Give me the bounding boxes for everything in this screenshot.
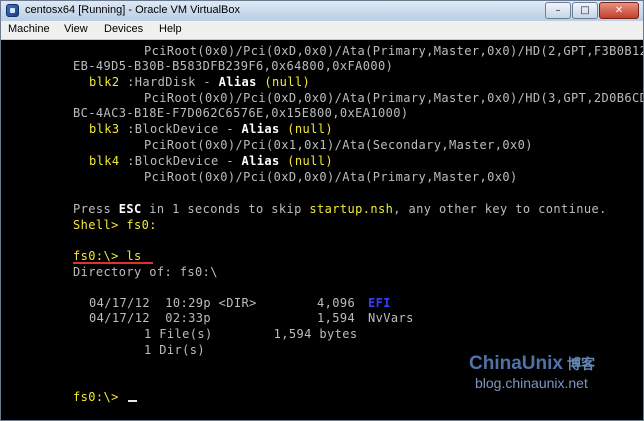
- file-attr: <DIR>: [218, 296, 257, 310]
- final-prompt-line: fs0:\>: [73, 390, 138, 405]
- directory-header: Directory of: fs0:\: [73, 265, 218, 280]
- terminal-line: BC-4AC3-B18E-F7D062C6576E,0x15E800,0xEA1…: [73, 106, 408, 121]
- title-bar[interactable]: centosx64 [Running] - Oracle VM VirtualB…: [1, 1, 643, 22]
- file-summary-text: 1 File(s) 1,594 bytes: [144, 327, 358, 341]
- block-device-type: :HardDisk -: [119, 75, 219, 89]
- device-path-text: PciRoot(0x0)/Pci(0xD,0x0)/Ata(Primary,Ma…: [144, 91, 644, 105]
- terminal-line: PciRoot(0x0)/Pci(0xD,0x0)/Ata(Primary,Ma…: [144, 44, 644, 59]
- file-summary: 1 File(s) 1,594 bytes: [144, 327, 358, 342]
- terminal-line: EB-49D5-B30B-B583DFB239F6,0x64800,0xFA00…: [73, 59, 393, 74]
- esc-key-label: ESC: [118, 202, 142, 216]
- virtualbox-app-icon: [6, 4, 19, 17]
- startup-message: Press ESC in 1 seconds to skip startup.n…: [73, 202, 607, 217]
- watermark-brand: ChinaUnix 博客: [469, 353, 595, 375]
- file-time: 10:29p: [165, 296, 211, 310]
- file-size-cell: 4,096: [317, 296, 355, 311]
- menu-view[interactable]: View: [64, 23, 88, 35]
- block-device-type: :BlockDevice -: [119, 122, 242, 136]
- file-size: 1,594: [317, 311, 356, 325]
- menu-devices[interactable]: Devices: [104, 23, 143, 35]
- file-date: 04/17/12: [89, 311, 150, 325]
- alias-label: Alias: [241, 122, 280, 136]
- terminal-line: PciRoot(0x0)/Pci(0xD,0x0)/Ata(Primary,Ma…: [144, 170, 518, 185]
- startup-message-text: in 1 seconds to skip: [141, 202, 310, 216]
- startup-script-name: startup.nsh: [309, 202, 394, 216]
- terminal-line: PciRoot(0x0)/Pci(0x1,0x1)/Ata(Secondary,…: [144, 138, 533, 153]
- block-device-type: :BlockDevice -: [119, 154, 242, 168]
- file-name-dir: EFI: [368, 296, 391, 310]
- device-path-text: PciRoot(0x0)/Pci(0xD,0x0)/Ata(Primary,Ma…: [144, 44, 644, 58]
- startup-message-text: , any other key to continue.: [393, 202, 607, 216]
- device-path-text: BC-4AC3-B18E-F7D062C6576E,0x15E800,0xEA1…: [73, 106, 409, 120]
- close-button[interactable]: ✕: [599, 2, 639, 19]
- virtualbox-window: centosx64 [Running] - Oracle VM VirtualB…: [0, 0, 644, 421]
- watermark-brand-cn: 博客: [566, 356, 595, 372]
- dir-summary: 1 Dir(s): [144, 343, 205, 358]
- file-listing-row: 04/17/12 02:33p: [89, 311, 211, 326]
- file-name-cell: NvVars: [368, 311, 414, 326]
- file-name: NvVars: [368, 311, 414, 325]
- directory-path: fs0:\: [179, 265, 218, 279]
- red-underline-annotation: [73, 262, 153, 264]
- block-device-name: blk2: [89, 75, 120, 89]
- device-path-text: PciRoot(0x0)/Pci(0xD,0x0)/Ata(Primary,Ma…: [144, 170, 518, 184]
- menu-help[interactable]: Help: [159, 23, 182, 35]
- file-time: 02:33p: [165, 311, 211, 325]
- file-name-cell: EFI: [368, 296, 391, 311]
- terminal-line: blk4 :BlockDevice - Alias (null): [89, 154, 333, 169]
- block-device-name: blk3: [89, 122, 120, 136]
- window-controls: – □ ✕: [544, 2, 639, 19]
- alias-label: Alias: [241, 154, 280, 168]
- startup-message-text: Press: [73, 202, 119, 216]
- fs0-prompt: fs0:\>: [73, 249, 127, 263]
- shell-prompt: Shell>: [73, 218, 127, 232]
- device-path-text: PciRoot(0x0)/Pci(0x1,0x1)/Ata(Secondary,…: [144, 138, 533, 152]
- shell-command: fs0:: [126, 218, 157, 232]
- alias-value: (null): [287, 154, 333, 168]
- device-path-text: EB-49D5-B30B-B583DFB239F6,0x64800,0xFA00…: [73, 59, 394, 73]
- menu-bar: Machine View Devices Help: [1, 21, 643, 40]
- file-size: 4,096: [317, 296, 356, 310]
- terminal-line: blk3 :BlockDevice - Alias (null): [89, 122, 333, 137]
- text-cursor: [128, 400, 138, 402]
- file-listing-row: 04/17/12 10:29p <DIR>: [89, 296, 257, 311]
- shell-prompt-line: Shell> fs0:: [73, 218, 157, 233]
- block-device-name: blk4: [89, 154, 120, 168]
- fs0-prompt: fs0:\>: [73, 390, 127, 404]
- terminal-line: PciRoot(0x0)/Pci(0xD,0x0)/Ata(Primary,Ma…: [144, 91, 644, 106]
- maximize-button[interactable]: □: [572, 2, 598, 19]
- dir-summary-text: 1 Dir(s): [144, 343, 205, 357]
- file-size-cell: 1,594: [317, 311, 355, 326]
- file-date: 04/17/12: [89, 296, 150, 310]
- alias-value: (null): [264, 75, 311, 89]
- watermark-brand-text: ChinaUnix: [469, 353, 563, 374]
- alias-value: (null): [287, 122, 333, 136]
- alias-label: Alias: [218, 75, 257, 89]
- chinaunix-watermark: ChinaUnix 博客 blog.chinaunix.net: [469, 353, 629, 393]
- window-title: centosx64 [Running] - Oracle VM VirtualB…: [25, 4, 241, 16]
- directory-label: Directory of:: [73, 265, 180, 279]
- terminal-line: blk2 :HardDisk - Alias (null): [89, 75, 310, 90]
- watermark-url: blog.chinaunix.net: [475, 375, 588, 391]
- ls-command: ls: [126, 249, 142, 263]
- minimize-button[interactable]: –: [545, 2, 571, 19]
- menu-machine[interactable]: Machine: [8, 23, 50, 35]
